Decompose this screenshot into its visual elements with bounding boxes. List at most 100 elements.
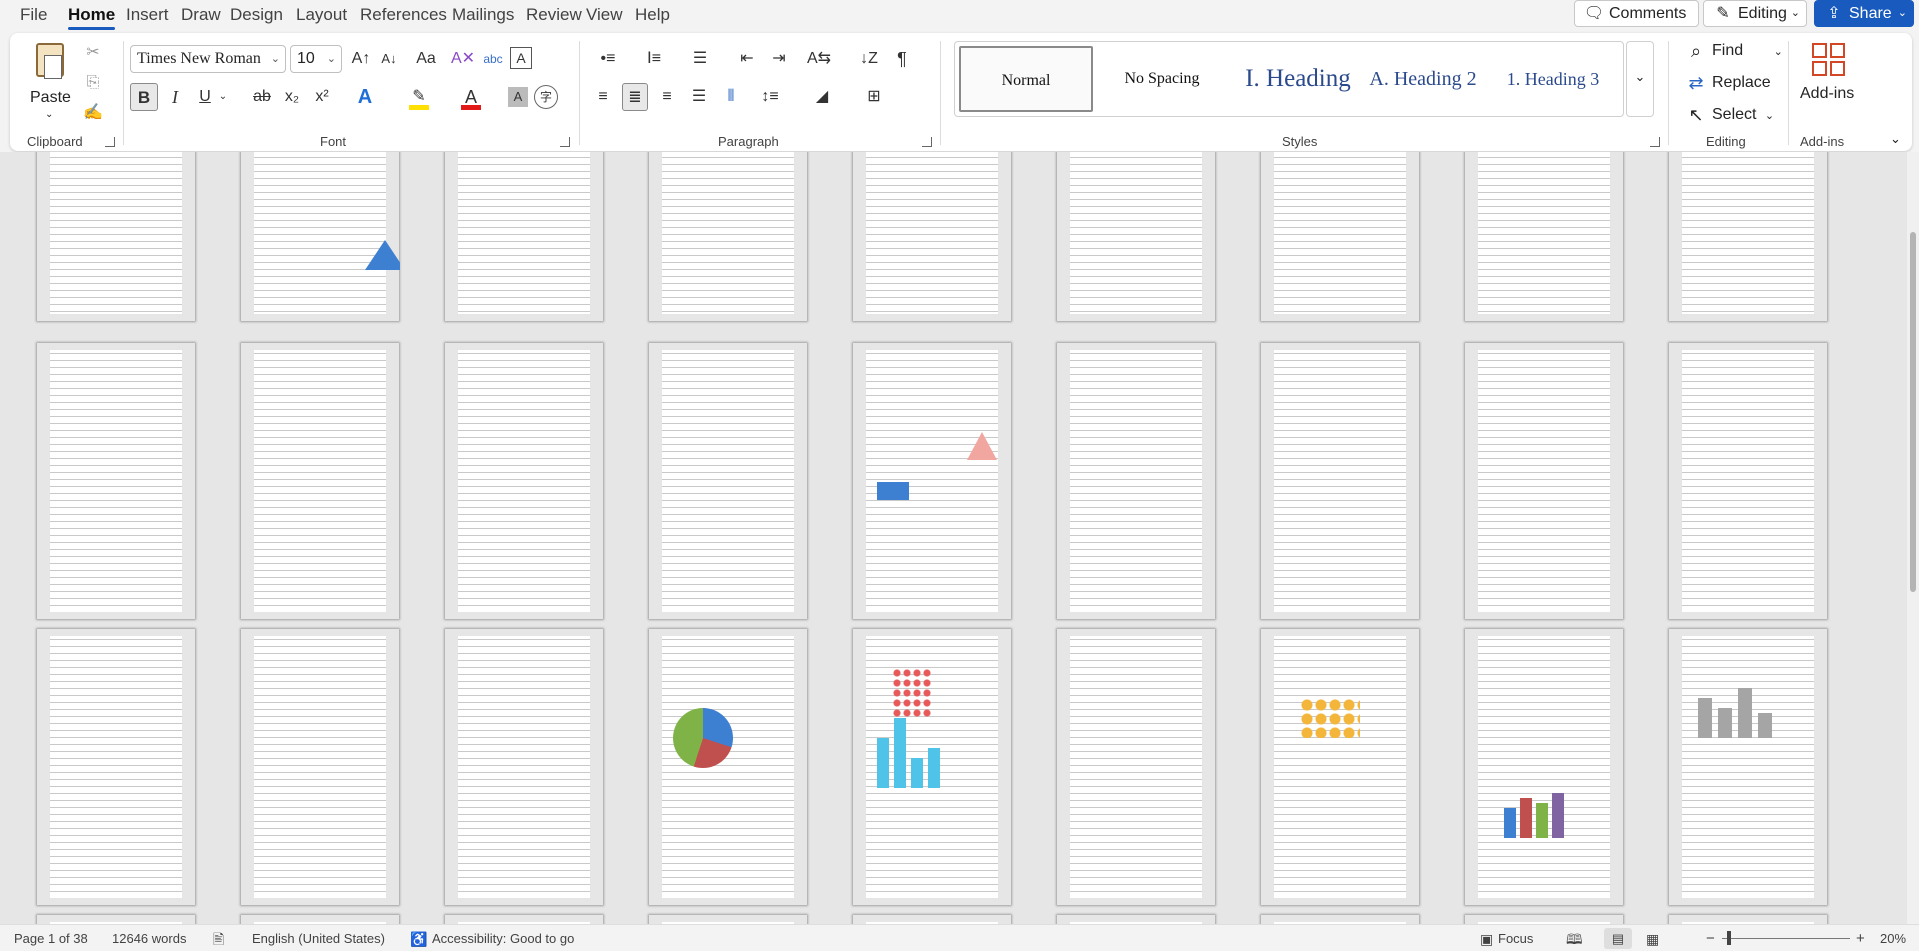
distributed-icon[interactable]: ⫴ <box>718 83 744 111</box>
document-area[interactable] <box>0 152 1907 924</box>
page-thumbnail[interactable] <box>1056 342 1216 620</box>
page-thumbnail[interactable] <box>1668 152 1828 322</box>
page-thumbnail[interactable] <box>240 628 400 906</box>
zoom-level[interactable]: 20% <box>1880 931 1906 947</box>
multilevel-list-icon[interactable]: ☰ <box>682 45 718 73</box>
style-heading-1[interactable]: I. Heading <box>1231 46 1365 112</box>
page-thumbnail[interactable] <box>1668 628 1828 906</box>
paragraph-shading-icon[interactable]: ◢ <box>804 83 840 111</box>
sort-icon[interactable]: ↓Z <box>856 45 882 73</box>
font-color-icon[interactable]: A <box>458 83 484 111</box>
addins-button[interactable]: Add-ins <box>1796 41 1860 121</box>
page-thumbnail[interactable] <box>852 914 1012 924</box>
format-painter-icon[interactable]: ✍ <box>82 99 104 127</box>
page-thumbnail[interactable] <box>1668 914 1828 924</box>
style-heading-3[interactable]: 1. Heading 3 <box>1487 46 1619 112</box>
enclose-characters-icon[interactable]: 字 <box>534 85 558 109</box>
styles-launcher-icon[interactable] <box>1650 137 1660 147</box>
font-size-combo[interactable]: 10 ⌄ <box>290 45 342 73</box>
tab-help[interactable]: Help <box>635 4 670 26</box>
page-thumbnail[interactable] <box>648 628 808 906</box>
page-thumbnail[interactable] <box>36 914 196 924</box>
scrollbar-thumb[interactable] <box>1910 232 1916 592</box>
zoom-out-icon[interactable]: − <box>1706 931 1715 947</box>
page-thumbnail[interactable] <box>1464 628 1624 906</box>
page-thumbnail[interactable] <box>1464 914 1624 924</box>
page-thumbnail[interactable] <box>648 152 808 322</box>
styles-more-icon[interactable]: ⌄ <box>1626 41 1654 117</box>
font-name-combo[interactable]: Times New Roman ⌄ <box>130 45 286 73</box>
select-button[interactable]: ↖ Select ⌄ <box>1680 103 1774 127</box>
find-button[interactable]: ⌕ Find ⌄ <box>1680 39 1783 63</box>
page-thumbnail[interactable] <box>444 342 604 620</box>
increase-indent-icon[interactable]: ⇥ <box>766 45 792 73</box>
bold-button[interactable]: B <box>130 83 158 111</box>
paste-button[interactable]: Paste ⌄ <box>30 41 71 121</box>
page-thumbnail[interactable] <box>1464 342 1624 620</box>
tab-review[interactable]: Review <box>526 4 582 26</box>
tab-mailings[interactable]: Mailings <box>452 4 514 26</box>
shading-icon[interactable]: A <box>508 87 528 107</box>
tab-draw[interactable]: Draw <box>181 4 221 26</box>
underline-button[interactable]: U <box>192 83 218 111</box>
align-center-icon[interactable]: ≣ <box>622 83 648 111</box>
read-mode-icon[interactable]: 🕮 <box>1566 931 1583 947</box>
text-effects-abc-icon[interactable]: abc <box>480 45 506 73</box>
line-spacing-icon[interactable]: ↕≡ <box>752 83 788 111</box>
bullets-icon[interactable]: •≡ <box>590 45 626 73</box>
page-thumbnail[interactable] <box>852 152 1012 322</box>
text-effects-icon[interactable]: A <box>352 83 378 111</box>
zoom-slider-thumb[interactable] <box>1727 931 1731 945</box>
text-direction-icon[interactable]: A⇆ <box>802 45 836 73</box>
tab-home[interactable]: Home <box>68 4 116 30</box>
borders-icon[interactable]: ⊞ <box>856 83 892 111</box>
page-thumbnail[interactable] <box>444 914 604 924</box>
page-thumbnail[interactable] <box>1056 152 1216 322</box>
chevron-down-icon[interactable]: ⌄ <box>216 83 230 111</box>
page-thumbnail[interactable] <box>240 914 400 924</box>
paragraph-launcher-icon[interactable] <box>922 137 932 147</box>
page-thumbnail[interactable] <box>36 628 196 906</box>
style-heading-2[interactable]: A. Heading 2 <box>1361 46 1485 112</box>
justify-icon[interactable]: ☰ <box>686 83 712 111</box>
accessibility-status[interactable]: Accessibility: Good to go <box>432 931 574 947</box>
strikethrough-button[interactable]: ab <box>248 83 276 111</box>
proofing-icon[interactable]: 🖹 <box>213 931 224 947</box>
word-count[interactable]: 12646 words <box>112 931 186 947</box>
page-thumbnail[interactable] <box>1260 628 1420 906</box>
page-thumbnail[interactable] <box>1668 342 1828 620</box>
font-launcher-icon[interactable] <box>560 137 570 147</box>
zoom-slider[interactable] <box>1722 938 1850 939</box>
align-right-icon[interactable]: ≡ <box>654 83 680 111</box>
page-thumbnail[interactable] <box>1056 628 1216 906</box>
tab-references[interactable]: References <box>360 4 447 26</box>
decrease-indent-icon[interactable]: ⇤ <box>734 45 760 73</box>
tab-file[interactable]: File <box>20 4 47 26</box>
web-layout-icon[interactable]: ▦ <box>1646 931 1659 947</box>
page-thumbnail[interactable] <box>852 342 1012 620</box>
numbering-icon[interactable]: Ⅰ≡ <box>636 45 672 73</box>
copy-icon[interactable]: ⎘ <box>82 69 104 97</box>
collapse-ribbon-icon[interactable]: ⌄ <box>1890 131 1901 147</box>
language[interactable]: English (United States) <box>252 931 385 947</box>
tab-design[interactable]: Design <box>230 4 283 26</box>
focus-button[interactable]: Focus <box>1498 931 1533 947</box>
tab-insert[interactable]: Insert <box>126 4 169 26</box>
grow-font-icon[interactable]: A↑ <box>348 45 374 73</box>
change-case-button[interactable]: Aa <box>408 45 444 73</box>
page-thumbnail[interactable] <box>1464 152 1624 322</box>
replace-button[interactable]: ⇄ Replace <box>1680 71 1770 95</box>
highlight-icon[interactable]: ✎ <box>406 83 432 111</box>
pilcrow-icon[interactable]: ¶ <box>890 45 914 73</box>
tab-view[interactable]: View <box>586 4 623 26</box>
clear-formatting-icon[interactable]: A✕ <box>450 45 476 73</box>
clipboard-launcher-icon[interactable] <box>105 137 115 147</box>
page-thumbnail[interactable] <box>240 342 400 620</box>
comments-button[interactable]: 🗨 Comments <box>1574 0 1699 27</box>
tab-layout[interactable]: Layout <box>296 4 347 26</box>
page-thumbnail[interactable] <box>648 342 808 620</box>
page-thumbnail[interactable] <box>444 628 604 906</box>
vertical-scrollbar[interactable] <box>1907 152 1919 924</box>
cut-icon[interactable]: ✂ <box>82 39 104 67</box>
page-thumbnail[interactable] <box>444 152 604 322</box>
